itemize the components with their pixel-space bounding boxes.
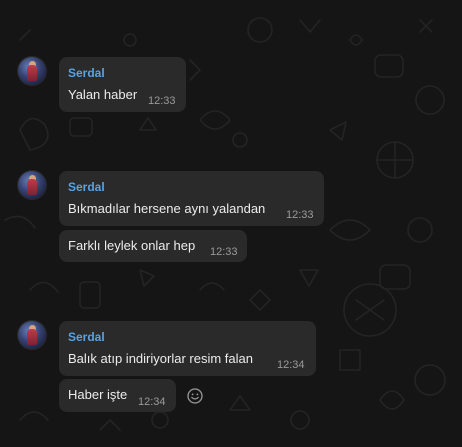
sender-name[interactable]: Serdal (68, 330, 105, 344)
message-bubble[interactable]: Haber işte 12:34 (59, 379, 176, 412)
avatar-figure (27, 65, 37, 81)
message-text: Bıkmadılar hersene aynı yalandan (68, 201, 266, 216)
sender-avatar[interactable] (18, 321, 46, 349)
message-bubble[interactable]: Serdal Bıkmadılar hersene aynı yalandan … (59, 171, 324, 226)
message-bubble[interactable]: Serdal Yalan haber 12:33 (59, 57, 186, 112)
avatar-figure (27, 329, 37, 345)
message-bubble[interactable]: Farklı leylek onlar hep 12:33 (59, 230, 247, 262)
sender-name[interactable]: Serdal (68, 66, 105, 80)
message-time: 12:33 (210, 246, 238, 258)
smiley-icon[interactable] (187, 388, 203, 404)
message-text: Balık atıp indiriyorlar resim falan (68, 351, 253, 366)
message-time: 12:34 (138, 396, 166, 408)
message-list: Serdal Yalan haber 12:33 Serdal Bıkmadıl… (0, 0, 462, 447)
avatar-figure (27, 179, 37, 195)
sender-avatar[interactable] (18, 57, 46, 85)
message-text: Haber işte (68, 387, 128, 402)
sender-avatar[interactable] (18, 171, 46, 199)
message-text: Yalan haber (68, 87, 138, 102)
sender-name[interactable]: Serdal (68, 180, 105, 194)
message-text: Farklı leylek onlar hep (68, 238, 196, 253)
message-time: 12:33 (286, 209, 314, 221)
message-time: 12:33 (148, 95, 176, 107)
message-bubble[interactable]: Serdal Balık atıp indiriyorlar resim fal… (59, 321, 316, 376)
message-time: 12:34 (277, 359, 305, 371)
